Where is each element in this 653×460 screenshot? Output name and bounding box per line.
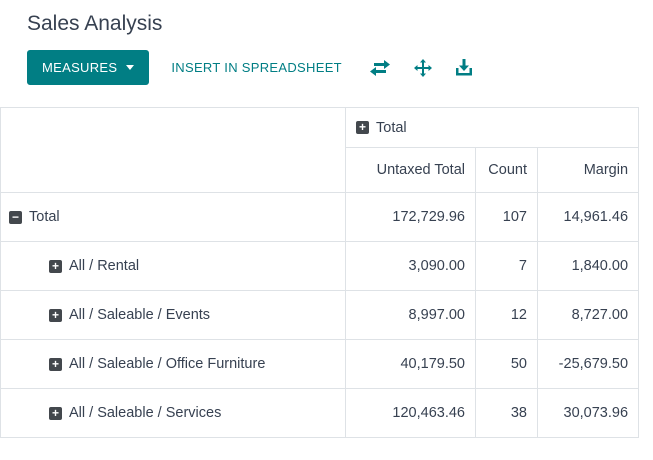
cell-untaxed-total: 8,997.00	[345, 290, 476, 340]
table-row: Total 172,729.96 107 14,961.46	[0, 192, 640, 242]
pivot-table-container: Total Untaxed Total Count Margin Total 1…	[0, 107, 653, 438]
table-row: All / Saleable / Office Furniture 40,179…	[0, 339, 640, 389]
row-header-all-saleable-office-furniture[interactable]: All / Saleable / Office Furniture	[0, 339, 346, 389]
expand-row-icon[interactable]	[49, 308, 62, 322]
measure-header-count[interactable]: Count	[475, 147, 538, 193]
cell-count: 107	[475, 192, 538, 242]
row-label: All / Rental	[69, 258, 140, 275]
cell-count: 50	[475, 339, 538, 389]
row-label: Total	[29, 209, 60, 226]
caret-down-icon	[126, 65, 135, 70]
row-header-total[interactable]: Total	[0, 192, 346, 242]
row-label: All / Saleable / Office Furniture	[69, 356, 266, 373]
cell-margin: 30,073.96	[536, 388, 640, 438]
insert-in-spreadsheet-label: INSERT IN SPREADSHEET	[171, 60, 342, 75]
row-header-all-rental[interactable]: All / Rental	[0, 241, 346, 291]
cell-margin: -25,679.50	[536, 339, 640, 389]
column-group-header-row: Total	[0, 107, 640, 193]
cell-count: 7	[475, 241, 538, 291]
row-header-all-saleable-services[interactable]: All / Saleable / Services	[0, 388, 346, 438]
download-icon[interactable]	[454, 57, 474, 78]
row-header-all-saleable-events[interactable]: All / Saleable / Events	[0, 290, 346, 340]
page-header: Sales Analysis	[0, 0, 653, 36]
cell-untaxed-total: 172,729.96	[345, 192, 476, 242]
row-label: All / Saleable / Events	[69, 307, 211, 324]
expand-all-icon[interactable]	[412, 57, 434, 79]
table-row: All / Saleable / Events 8,997.00 12 8,72…	[0, 290, 640, 340]
cell-margin: 14,961.46	[536, 192, 640, 242]
pivot-toolbar-icons	[368, 57, 474, 79]
table-row: All / Saleable / Services 120,463.46 38 …	[0, 388, 640, 438]
expand-row-icon[interactable]	[49, 406, 62, 420]
measure-header-untaxed-total[interactable]: Untaxed Total	[345, 147, 476, 193]
flip-axis-icon[interactable]	[368, 58, 392, 78]
cell-margin: 8,727.00	[536, 290, 640, 340]
expand-row-icon[interactable]	[49, 357, 62, 371]
pivot-table: Total Untaxed Total Count Margin Total 1…	[0, 107, 640, 438]
cell-untaxed-total: 40,179.50	[345, 339, 476, 389]
cell-margin: 1,840.00	[536, 241, 640, 291]
cell-count: 12	[475, 290, 538, 340]
expand-column-icon[interactable]	[356, 121, 369, 135]
toolbar: MEASURES INSERT IN SPREADSHEET	[0, 36, 653, 85]
column-group-total-header[interactable]: Total	[344, 107, 640, 148]
measures-button[interactable]: MEASURES	[27, 50, 150, 85]
cell-untaxed-total: 3,090.00	[345, 241, 476, 291]
page-title: Sales Analysis	[27, 12, 163, 35]
pivot-corner-cell	[0, 107, 346, 193]
expand-row-icon[interactable]	[49, 259, 62, 273]
row-label: All / Saleable / Services	[69, 405, 222, 422]
table-row: All / Rental 3,090.00 7 1,840.00	[0, 241, 640, 291]
insert-in-spreadsheet-button[interactable]: INSERT IN SPREADSHEET	[171, 60, 342, 75]
cell-untaxed-total: 120,463.46	[345, 388, 476, 438]
column-group-total-label: Total	[376, 119, 407, 136]
cell-count: 38	[475, 388, 538, 438]
collapse-row-icon[interactable]	[9, 210, 22, 224]
measure-header-margin[interactable]: Margin	[536, 147, 640, 193]
measures-button-label: MEASURES	[42, 60, 118, 75]
